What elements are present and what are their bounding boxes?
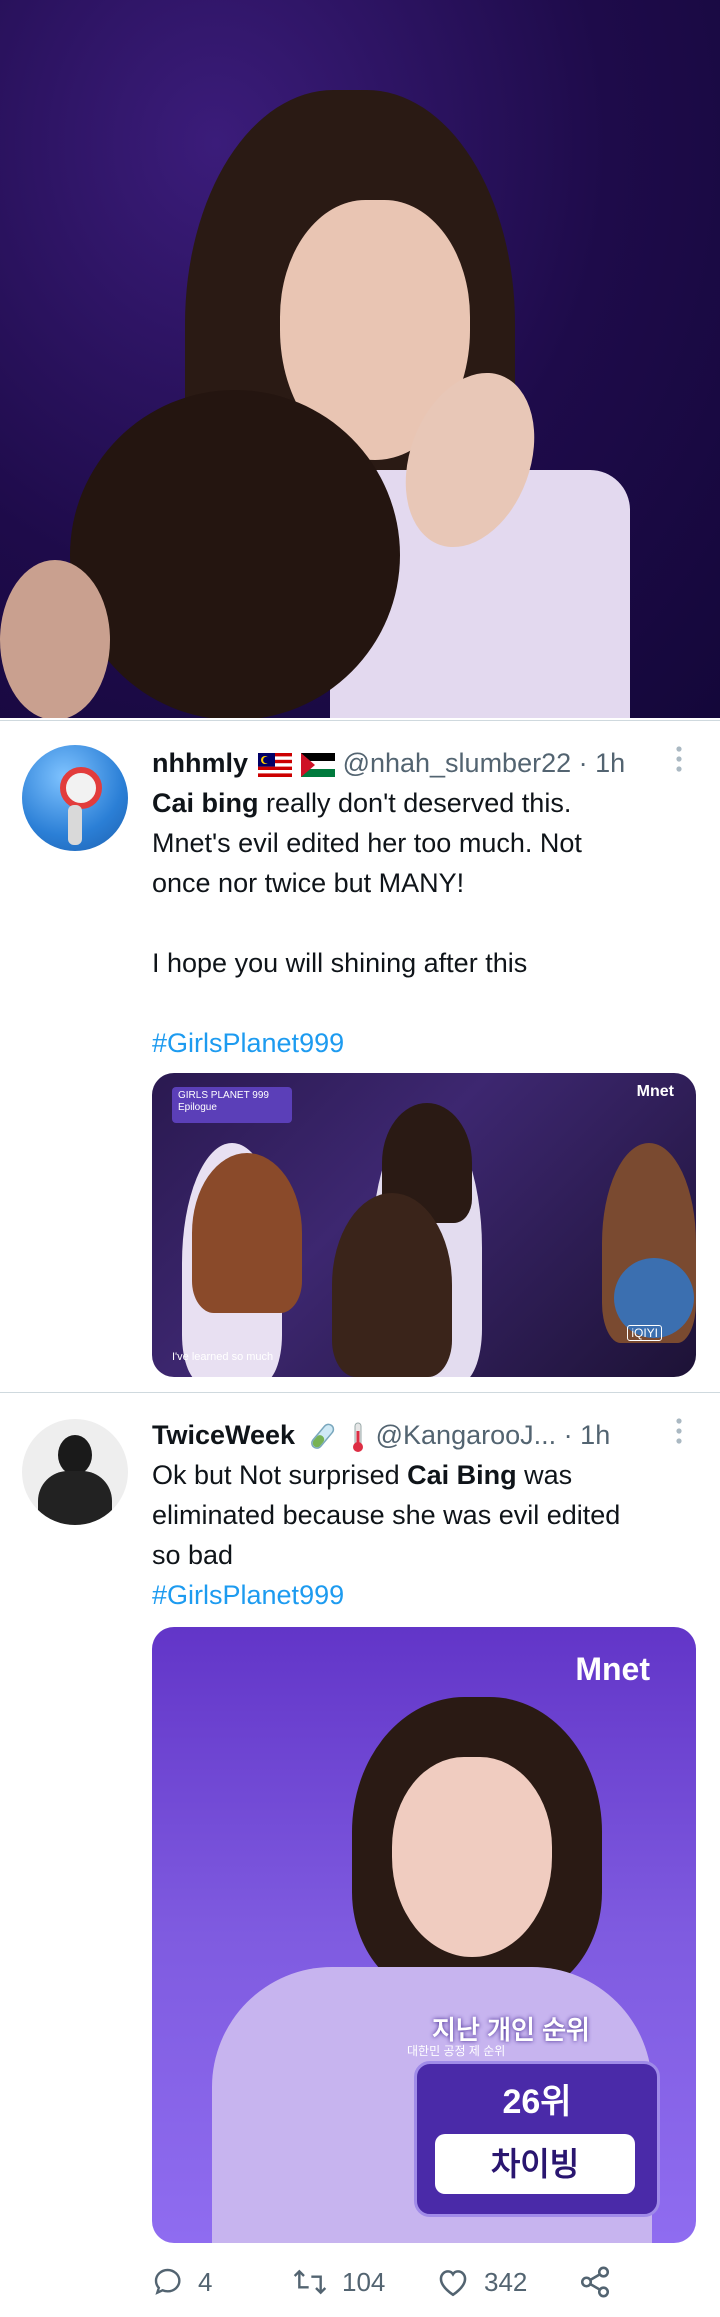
- rank-number: 26위: [502, 2083, 572, 2121]
- text-line3: once nor twice but MANY!: [152, 868, 465, 898]
- separator-dot: ·: [563, 1420, 573, 1450]
- hashtag-link[interactable]: #GirlsPlanet999: [152, 1575, 692, 1615]
- badge-label: Epilogue: [178, 1102, 217, 1113]
- share-icon: [580, 2266, 610, 2298]
- tweet-header: TwiceWeek @KangarooJ... · 1h: [152, 1417, 610, 1453]
- tweet-text: Ok but Not surprised Cai Bing was elimin…: [152, 1455, 692, 1615]
- text-line1-post: was: [516, 1460, 573, 1490]
- reply-count: 4: [198, 2266, 213, 2297]
- badge-title: GIRLS PLANET 999: [178, 1090, 269, 1101]
- like-count: 342: [484, 2266, 528, 2297]
- display-name[interactable]: nhhmly: [152, 748, 248, 778]
- avatar-body: [38, 1471, 112, 1525]
- handle[interactable]: @nhah_slumber22: [343, 748, 572, 778]
- timestamp[interactable]: 1h: [595, 748, 625, 778]
- retweet-icon: [293, 2269, 327, 2295]
- tweet-header: nhhmly @nhah_slumber22 · 1h: [152, 745, 625, 781]
- top-photo[interactable]: [0, 0, 720, 718]
- girl-hair: [192, 1153, 302, 1313]
- tweet-text: Cai bing really don't deserved this. Mne…: [152, 783, 692, 1063]
- photo-shoulder: [0, 560, 110, 718]
- text-line4: I hope you will shining after this: [152, 948, 528, 978]
- text-bold-name: Cai Bing: [407, 1460, 517, 1490]
- test-tube-icon: [310, 1423, 334, 1449]
- hairdryer-icon: [60, 767, 102, 809]
- avatar-head: [58, 1435, 92, 1475]
- more-options-icon[interactable]: [674, 745, 684, 779]
- more-options-icon[interactable]: [674, 1417, 684, 1451]
- text-line2: Mnet's evil edited her too much. Not: [152, 828, 582, 858]
- retweet-count: 104: [342, 2266, 386, 2297]
- text-bold-name: Cai bing: [152, 788, 259, 818]
- palestine-flag-icon: [301, 752, 336, 777]
- reply-button[interactable]: 4: [152, 2262, 212, 2302]
- text-line2: eliminated because she was evil edited: [152, 1500, 621, 1530]
- photo-back-head: [70, 390, 400, 718]
- handle[interactable]: @KangarooJ...: [376, 1420, 557, 1450]
- avatar[interactable]: [22, 1419, 128, 1525]
- display-name[interactable]: TwiceWeek: [152, 1420, 295, 1450]
- girl-hair: [332, 1193, 452, 1377]
- rank-subtitle: 대한민 공정 제 순위: [407, 2044, 506, 2058]
- hairdryer-handle: [68, 805, 82, 845]
- like-button[interactable]: 342: [436, 2262, 527, 2302]
- reply-icon: [154, 2268, 181, 2295]
- hashtag-link[interactable]: #GirlsPlanet999: [152, 1023, 692, 1063]
- tweet-1-media[interactable]: GIRLS PLANET 999 Epilogue Mnet I've lear…: [152, 1073, 696, 1377]
- text-line1: really don't deserved this.: [258, 788, 572, 818]
- video-subtitle: I've learned so much: [172, 1351, 274, 1363]
- mnet-logo: Mnet: [636, 1083, 674, 1100]
- thermometer-icon: [353, 1422, 364, 1452]
- separator-dot: ·: [578, 748, 588, 778]
- timestamp[interactable]: 1h: [580, 1420, 610, 1450]
- contestant-face: [392, 1757, 552, 1957]
- show-badge: GIRLS PLANET 999 Epilogue: [172, 1087, 292, 1123]
- retweet-button[interactable]: 104: [292, 2262, 385, 2302]
- iqiyi-watermark: iQIYI: [578, 2149, 622, 2169]
- malaysia-flag-icon: [257, 752, 292, 777]
- mnet-logo: Mnet: [575, 1651, 650, 1687]
- text-line1-pre: Ok but Not surprised: [152, 1460, 408, 1490]
- share-button[interactable]: [578, 2262, 626, 2302]
- avatar[interactable]: [22, 745, 128, 851]
- iqiyi-watermark: iQIYI: [627, 1325, 662, 1341]
- tweet-2-media[interactable]: Mnet 지난 개인 순위 대한민 공정 제 순위 26위 차이빙 iQIYI: [152, 1627, 696, 2243]
- tweet-actions: 4 104 342: [152, 2262, 692, 2302]
- text-line3: so bad: [152, 1540, 234, 1570]
- rank-box: 26위 차이빙: [414, 2061, 660, 2217]
- heart-icon: [439, 2270, 467, 2297]
